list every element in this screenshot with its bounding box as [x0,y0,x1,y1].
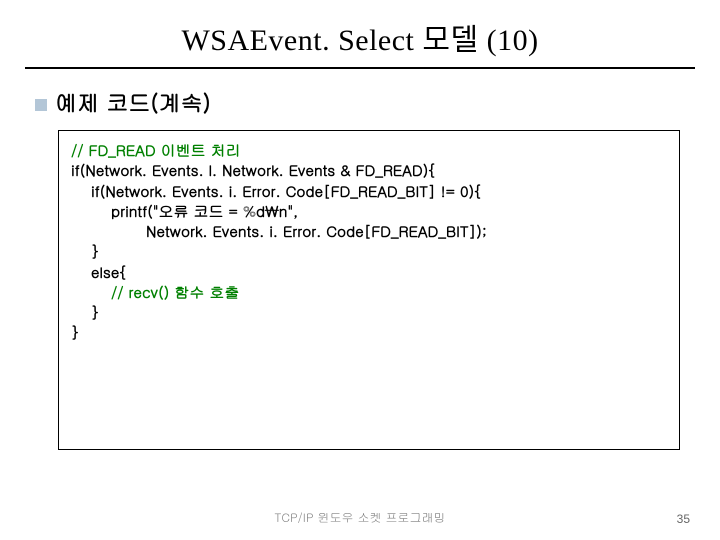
code-line-5: Network. Events. i. Error. Code[FD_READ_… [71,222,667,242]
slide: WSAEvent. Select 모델 (10) 예제 코드(계속) // FD… [0,0,720,540]
subtitle-row: 예제 코드(계속) [35,87,690,118]
code-line-9: } [71,303,667,323]
code-line-7: else{ [71,263,667,283]
subtitle-text: 예제 코드(계속) [55,87,211,118]
code-line-10: } [71,323,667,343]
code-line-1: // FD_READ 이벤트 처리 [71,141,667,161]
title-divider [25,67,695,69]
code-line-3: if(Network. Events. i. Error. Code[FD_RE… [71,182,667,202]
code-line-8: // recv() 함수 호출 [71,283,667,303]
code-line-6: } [71,242,667,262]
slide-title: WSAEvent. Select 모델 (10) [30,15,690,67]
bullet-icon [35,99,47,111]
page-number: 35 [677,512,690,526]
code-line-4: printf("오류 코드 = %d\n", [71,202,667,222]
code-box: // FD_READ 이벤트 처리 if(Network. Events. l.… [58,130,680,450]
code-line-2: if(Network. Events. l. Network. Events &… [71,161,667,181]
footer-text: TCP/IP 윈도우 소켓 프로그래밍 [0,509,720,526]
